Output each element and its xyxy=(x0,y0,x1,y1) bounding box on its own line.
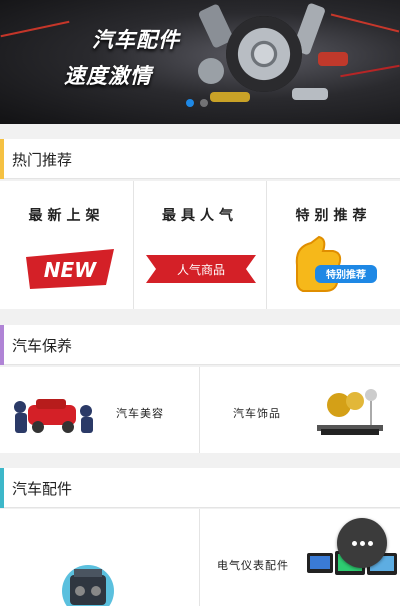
maintenance-item-accessories[interactable]: 汽车饰品 xyxy=(201,367,400,453)
section-title: 汽车保养 xyxy=(12,337,73,355)
bolt-graphic xyxy=(210,92,250,102)
hot-items-row: 最新上架 NEW 最具人气 人气商品 特别推荐 特别推荐 xyxy=(0,181,400,309)
hot-item-label: 特别推荐 xyxy=(295,208,372,224)
section-header-maintenance: 汽车保养 xyxy=(0,325,400,365)
hot-item-label: 最具人气 xyxy=(162,208,238,224)
maintenance-item-label: 汽车美容 xyxy=(116,407,164,420)
section-title: 热门推荐 xyxy=(12,151,73,169)
section-accent-bar xyxy=(0,139,4,179)
maintenance-item-beauty[interactable]: 汽车美容 xyxy=(0,367,200,453)
maintenance-item-label: 汽车饰品 xyxy=(233,407,281,420)
parts-items-row: 电气仪表配件 xyxy=(0,509,400,606)
popular-badge-icon: 人气商品 xyxy=(146,255,256,283)
brake-caliper-graphic xyxy=(318,52,348,66)
hot-item-new[interactable]: 最新上架 NEW xyxy=(0,181,134,309)
new-badge-icon: NEW xyxy=(26,249,114,289)
hot-item-label: 最新上架 xyxy=(28,208,105,224)
car-ornament-icon xyxy=(317,389,383,435)
thumbs-up-icon: 特别推荐 xyxy=(295,235,377,292)
parts-item-engine[interactable] xyxy=(0,509,200,606)
more-options-button[interactable] xyxy=(337,518,387,568)
section-header-hot: 热门推荐 xyxy=(0,139,400,179)
svg-text:NEW: NEW xyxy=(44,258,97,282)
banner-title-line2: 速度激情 xyxy=(64,64,152,88)
engine-icon xyxy=(62,565,114,606)
svg-text:特别推荐: 特别推荐 xyxy=(326,268,366,281)
section-accent-bar xyxy=(0,325,4,365)
maintenance-items-row: 汽车美容 汽车饰品 xyxy=(0,367,400,453)
banner-title-line1: 汽车配件 xyxy=(92,28,180,52)
parts-item-label: 电气仪表配件 xyxy=(217,559,289,572)
piston-graphic xyxy=(292,88,328,100)
home-page: 汽车配件 速度激情 热门推荐 最新上架 NEW 最具人气 人气商品 特别推荐 特… xyxy=(0,0,400,606)
gear-graphic xyxy=(198,58,224,84)
section-header-parts: 汽车配件 xyxy=(0,468,400,508)
car-beauty-icon xyxy=(14,399,93,433)
hot-item-recommend[interactable]: 特别推荐 特别推荐 xyxy=(267,181,400,309)
banner-carousel[interactable]: 汽车配件 速度激情 xyxy=(0,0,400,124)
svg-text:人气商品: 人气商品 xyxy=(177,262,225,277)
more-dot-icon xyxy=(352,541,357,546)
carousel-dot-active[interactable] xyxy=(186,99,194,107)
section-title: 汽车配件 xyxy=(12,480,73,498)
section-accent-bar xyxy=(0,468,4,508)
hot-item-popular[interactable]: 最具人气 人气商品 xyxy=(134,181,267,309)
wheel-graphic xyxy=(226,16,302,92)
more-dot-icon xyxy=(368,541,373,546)
more-dot-icon xyxy=(360,541,365,546)
carousel-dot[interactable] xyxy=(200,99,208,107)
